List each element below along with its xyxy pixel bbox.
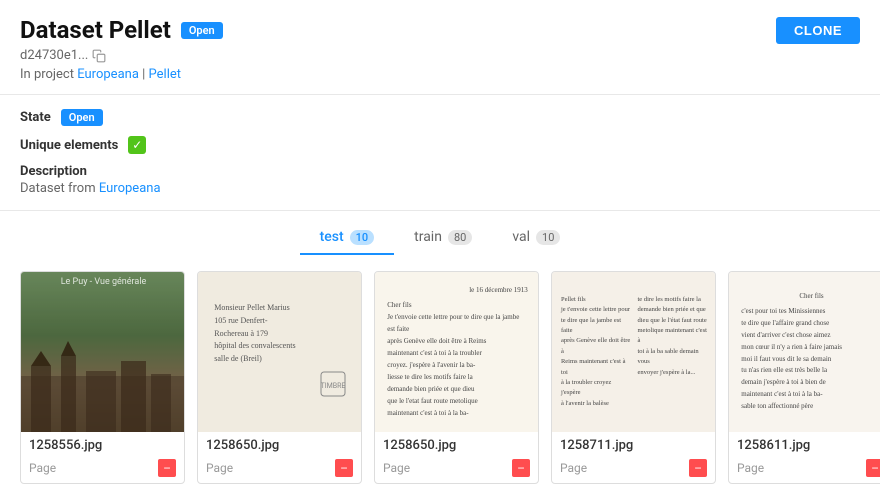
tab-train-label: train — [414, 229, 442, 245]
project-link-pellet[interactable]: Pellet — [149, 67, 181, 82]
project-link-europeana[interactable]: Europeana — [77, 67, 139, 82]
image-thumbnail-3[interactable]: le 16 décembre 1913 Cher fils Je t'envoi… — [375, 272, 539, 432]
tab-val-count: 10 — [536, 230, 560, 245]
in-project-prefix: In project — [20, 67, 74, 82]
tab-val[interactable]: val 10 — [492, 221, 580, 255]
image-card-5: Cher fils c'est pour toi tes Minissienne… — [728, 271, 880, 484]
title-row: Dataset Pellet Open CLONE — [20, 16, 860, 44]
image-footer-3: Page − — [375, 455, 538, 483]
tabs-section: test 10 train 80 val 10 — [0, 211, 880, 255]
tab-test-label: test — [320, 229, 344, 245]
copy-icon[interactable] — [92, 49, 106, 63]
image-footer-1: Page − — [21, 455, 184, 483]
tab-test-count: 10 — [350, 230, 375, 245]
page-title: Dataset Pellet — [20, 16, 171, 44]
dataset-id-row: d24730e1... — [20, 48, 860, 63]
image-delete-1[interactable]: − — [158, 459, 176, 477]
image-name-1: 1258556.jpg — [21, 432, 184, 455]
meta-section: State Open Unique elements ✓ Description… — [0, 95, 880, 211]
image-name-4: 1258711.jpg — [552, 432, 715, 455]
tab-val-label: val — [512, 229, 530, 245]
image-delete-2[interactable]: − — [335, 459, 353, 477]
image-card-3: le 16 décembre 1913 Cher fils Je t'envoi… — [374, 271, 539, 484]
state-label: State — [20, 110, 51, 125]
description-section: Description Dataset from Europeana — [20, 164, 860, 196]
svg-text:TIMBRE: TIMBRE — [320, 382, 345, 390]
in-project-row: In project Europeana | Pellet — [20, 67, 860, 82]
image-delete-4[interactable]: − — [689, 459, 707, 477]
tab-test[interactable]: test 10 — [300, 221, 395, 255]
state-value: Open — [61, 109, 103, 126]
image-name-5: 1258611.jpg — [729, 432, 880, 455]
image-thumbnail-4[interactable]: Pellet fils je t'envoie cette lettre pou… — [552, 272, 716, 432]
header-section: Dataset Pellet Open CLONE d24730e1... In… — [0, 0, 880, 95]
check-icon: ✓ — [128, 136, 146, 154]
title-left: Dataset Pellet Open — [20, 16, 223, 44]
tab-train-count: 80 — [448, 230, 472, 245]
image-thumbnail-5[interactable]: Cher fils c'est pour toi tes Minissienne… — [729, 272, 880, 432]
image-footer-5: Page − — [729, 455, 880, 483]
image-thumbnail-1[interactable]: Le Puy - Vue générale — [21, 272, 185, 432]
desc-link[interactable]: Europeana — [99, 181, 161, 196]
image-delete-5[interactable]: − — [866, 459, 880, 477]
image-thumbnail-2[interactable]: Monsieur Pellet Marius 105 rue Denfert- … — [198, 272, 362, 432]
tab-train[interactable]: train 80 — [394, 221, 492, 255]
image-tag-4: Page — [560, 461, 587, 475]
desc-text: Dataset from Europeana — [20, 181, 860, 196]
image-tag-1: Page — [29, 461, 56, 475]
open-badge: Open — [181, 22, 223, 39]
image-tag-5: Page — [737, 461, 764, 475]
state-row: State Open — [20, 109, 860, 126]
image-name-3: 1258650.jpg — [375, 432, 538, 455]
image-tag-2: Page — [206, 461, 233, 475]
image-card-4: Pellet fils je t'envoie cette lettre pou… — [551, 271, 716, 484]
image-tag-3: Page — [383, 461, 410, 475]
image-card-2: Monsieur Pellet Marius 105 rue Denfert- … — [197, 271, 362, 484]
clone-button[interactable]: CLONE — [776, 17, 860, 44]
image-delete-3[interactable]: − — [512, 459, 530, 477]
unique-row: Unique elements ✓ — [20, 136, 860, 154]
images-grid: Le Puy - Vue générale 1258556.jpg Page − — [0, 255, 880, 500]
image-footer-2: Page − — [198, 455, 361, 483]
image-card-1: Le Puy - Vue générale 1258556.jpg Page − — [20, 271, 185, 484]
unique-label: Unique elements — [20, 138, 118, 153]
image-name-2: 1258650.jpg — [198, 432, 361, 455]
dataset-id: d24730e1... — [20, 48, 88, 63]
desc-label: Description — [20, 164, 860, 179]
image-footer-4: Page − — [552, 455, 715, 483]
